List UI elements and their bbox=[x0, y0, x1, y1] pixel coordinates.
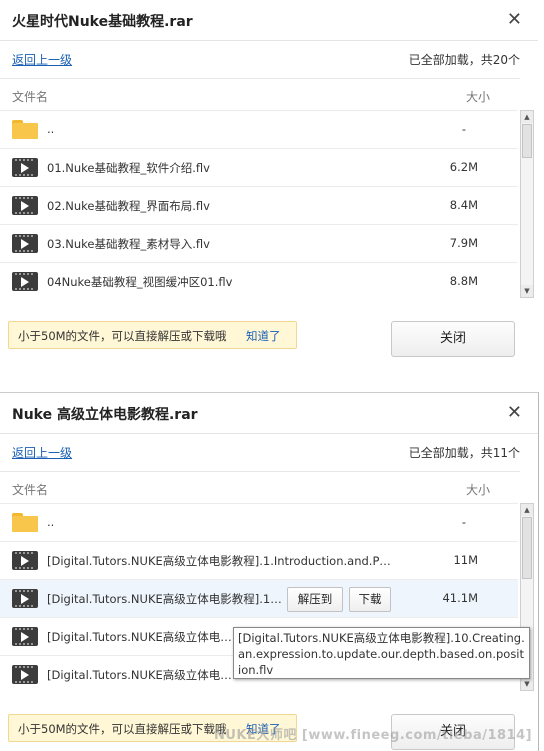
video-file-icon bbox=[12, 272, 38, 291]
file-name: [Digital.Tutors.NUKE高级立体电影教程].10... bbox=[47, 592, 282, 606]
file-name: [Digital.Tutors.NUKE高级立体电影教程] bbox=[47, 630, 232, 644]
tip-text: 小于50M的文件，可以直接解压或下载哦 bbox=[18, 722, 227, 736]
video-file-icon bbox=[12, 627, 38, 646]
file-name: .. bbox=[47, 122, 55, 136]
list-scrollbar[interactable]: ▲ ▼ bbox=[520, 110, 534, 298]
file-size: - bbox=[461, 122, 466, 136]
back-link[interactable]: 返回上一级 bbox=[12, 444, 72, 461]
scroll-thumb[interactable] bbox=[522, 124, 532, 158]
list-item[interactable]: 02.Nuke基础教程_界面布局.flv 8.4M bbox=[0, 186, 518, 224]
dialog-title: 火星时代Nuke基础教程.rar bbox=[12, 14, 193, 30]
file-name: 02.Nuke基础教程_界面布局.flv bbox=[47, 199, 210, 213]
scroll-down-icon[interactable]: ▼ bbox=[521, 678, 533, 690]
tip-text: 小于50M的文件，可以直接解压或下载哦 bbox=[18, 329, 227, 343]
file-name: .. bbox=[47, 515, 55, 529]
file-name: 04Nuke基础教程_视图缓冲区01.flv bbox=[47, 275, 233, 289]
dialog-title: Nuke 高级立体电影教程.rar bbox=[12, 407, 198, 423]
file-size: 11M bbox=[453, 553, 478, 567]
file-size: 8.4M bbox=[449, 198, 478, 212]
close-icon[interactable]: ✕ bbox=[507, 9, 522, 30]
load-status: 已全部加载，共11个 bbox=[408, 446, 520, 460]
column-filename: 文件名 bbox=[12, 90, 49, 104]
column-size: 大小 bbox=[465, 483, 490, 497]
filename-tooltip: [Digital.Tutors.NUKE高级立体电影教程].10.Creatin… bbox=[233, 627, 530, 679]
file-size: 41.1M bbox=[442, 591, 478, 605]
file-name: 03.Nuke基础教程_素材导入.flv bbox=[47, 237, 210, 251]
list-item[interactable]: [Digital.Tutors.NUKE高级立体电影教程].1.Introduc… bbox=[0, 541, 518, 579]
archive-dialog-1: 火星时代Nuke基础教程.rar ✕ 返回上一级 已全部加载，共20个 文件名 … bbox=[0, 0, 538, 375]
file-size: 8.8M bbox=[449, 274, 478, 288]
scroll-thumb[interactable] bbox=[522, 517, 532, 579]
video-file-icon bbox=[12, 196, 38, 215]
load-status: 已全部加载，共20个 bbox=[408, 53, 520, 67]
video-file-icon bbox=[12, 665, 38, 684]
dialog-titlebar: 火星时代Nuke基础教程.rar ✕ bbox=[0, 0, 538, 40]
download-button[interactable]: 下载 bbox=[349, 587, 391, 612]
column-header: 文件名 大小 bbox=[0, 78, 520, 111]
scroll-up-icon[interactable]: ▲ bbox=[521, 504, 533, 516]
list-item[interactable]: 01.Nuke基础教程_软件介绍.flv 6.2M bbox=[0, 148, 518, 186]
archive-dialog-2: Nuke 高级立体电影教程.rar ✕ 返回上一级 已全部加载，共11个 文件名… bbox=[0, 392, 539, 751]
list-item-parent[interactable]: .. - bbox=[0, 110, 518, 148]
column-size: 大小 bbox=[465, 90, 490, 104]
video-file-icon bbox=[12, 551, 38, 570]
close-icon[interactable]: ✕ bbox=[507, 402, 522, 423]
list-item-hovered[interactable]: [Digital.Tutors.NUKE高级立体电影教程].10... 解压到 … bbox=[0, 579, 518, 617]
file-list: .. - 01.Nuke基础教程_软件介绍.flv 6.2M 02.Nuke基础… bbox=[0, 110, 518, 298]
tip-dismiss-link[interactable]: 知道了 bbox=[246, 328, 281, 344]
file-size: 6.2M bbox=[449, 160, 478, 174]
list-item-parent[interactable]: .. - bbox=[0, 503, 518, 541]
tip-banner: 小于50M的文件，可以直接解压或下载哦 知道了 bbox=[8, 321, 297, 349]
column-filename: 文件名 bbox=[12, 483, 49, 497]
divider bbox=[0, 433, 538, 434]
folder-icon bbox=[12, 120, 38, 139]
scroll-down-icon[interactable]: ▼ bbox=[521, 285, 533, 297]
video-file-icon bbox=[12, 234, 38, 253]
file-size: - bbox=[461, 515, 466, 529]
extract-to-button[interactable]: 解压到 bbox=[287, 587, 343, 612]
video-file-icon bbox=[12, 589, 38, 608]
file-name: [Digital.Tutors.NUKE高级立体电影教程].1.Introduc… bbox=[47, 554, 392, 568]
file-name: 01.Nuke基础教程_软件介绍.flv bbox=[47, 161, 210, 175]
scroll-up-icon[interactable]: ▲ bbox=[521, 111, 533, 123]
file-size: 7.9M bbox=[449, 236, 478, 250]
folder-icon bbox=[12, 513, 38, 532]
watermark: NUKE大师吧 [www.fineeg.com/tieba/1814] bbox=[214, 728, 533, 743]
back-link[interactable]: 返回上一级 bbox=[12, 51, 72, 68]
close-button[interactable]: 关闭 bbox=[391, 321, 515, 357]
video-file-icon bbox=[12, 158, 38, 177]
file-name: [Digital.Tutors.NUKE高级立体电影教程] bbox=[47, 668, 232, 682]
dialog-titlebar: Nuke 高级立体电影教程.rar ✕ bbox=[0, 393, 538, 433]
list-item[interactable]: 03.Nuke基础教程_素材导入.flv 7.9M bbox=[0, 224, 518, 262]
list-item[interactable]: 04Nuke基础教程_视图缓冲区01.flv 8.8M bbox=[0, 262, 518, 298]
divider bbox=[0, 40, 538, 41]
column-header: 文件名 大小 bbox=[0, 471, 520, 504]
